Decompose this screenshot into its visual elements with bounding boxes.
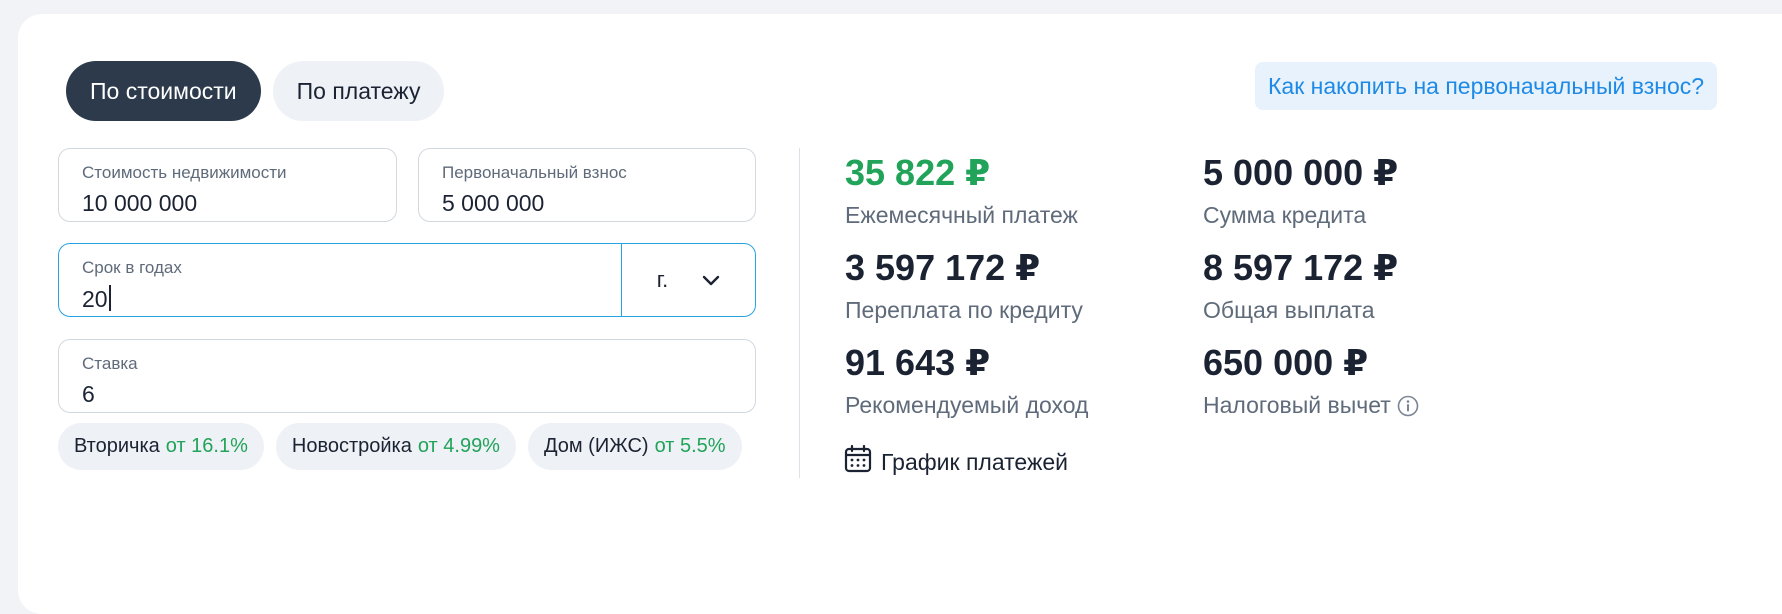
tax-deduction-value: 650 000 ₽ bbox=[1203, 342, 1369, 383]
calendar-icon bbox=[843, 444, 873, 480]
tax-deduction-stat: 650 000 ₽ Налоговый вычет bbox=[1203, 342, 1419, 419]
rate-presets: Вторичка от 16.1% Новостройка от 4.99% Д… bbox=[58, 423, 742, 470]
column-divider bbox=[799, 148, 800, 478]
preset-secondary[interactable]: Вторичка от 16.1% bbox=[58, 423, 264, 470]
recommended-income-stat: 91 643 ₽ Рекомендуемый доход bbox=[845, 342, 1088, 419]
overpayment-value: 3 597 172 ₽ bbox=[845, 247, 1041, 288]
preset-new-building-name: Новостройка bbox=[291, 435, 412, 457]
preset-house-name: Дом (ИЖС) bbox=[543, 435, 649, 457]
mortgage-calculator-card: По стоимости По платежу Как накопить на … bbox=[18, 14, 1782, 614]
property-cost-field[interactable]: Стоимость недвижимости 10 000 000 bbox=[58, 148, 397, 222]
preset-new-building-rate: от 4.99% bbox=[417, 435, 500, 457]
preset-house-rate: от 5.5% bbox=[654, 435, 726, 457]
monthly-payment-stat: 35 822 ₽ Ежемесячный платеж bbox=[845, 152, 1078, 229]
property-cost-input[interactable]: 10 000 000 bbox=[82, 190, 379, 217]
recommended-income-label: Рекомендуемый доход bbox=[845, 392, 1089, 418]
monthly-payment-label: Ежемесячный платеж bbox=[845, 202, 1078, 228]
down-payment-input[interactable]: 5 000 000 bbox=[442, 190, 738, 217]
monthly-payment-value: 35 822 ₽ bbox=[845, 152, 991, 193]
overpayment-stat: 3 597 172 ₽ Переплата по кредиту bbox=[845, 247, 1083, 324]
loan-amount-label: Сумма кредита bbox=[1203, 202, 1367, 228]
property-cost-label: Стоимость недвижимости bbox=[82, 163, 287, 182]
loan-amount-value: 5 000 000 ₽ bbox=[1203, 152, 1399, 193]
preset-house[interactable]: Дом (ИЖС) от 5.5% bbox=[527, 423, 742, 470]
preset-new-building[interactable]: Новостройка от 4.99% bbox=[275, 423, 516, 470]
rate-label: Ставка bbox=[82, 354, 138, 373]
term-unit-value: г. bbox=[656, 267, 669, 292]
tab-by-cost[interactable]: По стоимости bbox=[66, 61, 261, 121]
rate-field[interactable]: Ставка 6 bbox=[58, 339, 756, 413]
mode-tabs: По стоимости По платежу bbox=[66, 61, 445, 121]
chevron-down-icon bbox=[702, 267, 720, 293]
info-icon[interactable] bbox=[1397, 395, 1419, 417]
total-payment-label: Общая выплата bbox=[1203, 297, 1375, 323]
text-caret bbox=[108, 285, 111, 311]
term-input[interactable]: 20 bbox=[82, 286, 108, 312]
tax-deduction-label: Налоговый вычет bbox=[1203, 392, 1391, 418]
payment-schedule-link[interactable]: График платежей bbox=[843, 444, 1068, 480]
loan-amount-stat: 5 000 000 ₽ Сумма кредита bbox=[1203, 152, 1398, 229]
term-field[interactable]: Срок в годах 20 г. bbox=[58, 243, 756, 317]
payment-schedule-label: График платежей bbox=[881, 448, 1068, 475]
overpayment-label: Переплата по кредиту bbox=[845, 297, 1083, 323]
down-payment-help-link[interactable]: Как накопить на первоначальный взнос? bbox=[1255, 62, 1718, 110]
rate-input[interactable]: 6 bbox=[82, 381, 738, 408]
tab-by-payment[interactable]: По платежу bbox=[272, 61, 445, 121]
down-payment-label: Первоначальный взнос bbox=[442, 163, 627, 182]
total-payment-stat: 8 597 172 ₽ Общая выплата bbox=[1203, 247, 1398, 324]
term-unit-select[interactable]: г. bbox=[621, 244, 755, 316]
tax-deduction-caption: Налоговый вычет bbox=[1203, 392, 1419, 419]
preset-secondary-rate: от 16.1% bbox=[165, 435, 248, 457]
total-payment-value: 8 597 172 ₽ bbox=[1203, 247, 1399, 288]
term-label: Срок в годах bbox=[82, 258, 182, 277]
preset-secondary-name: Вторичка bbox=[74, 435, 160, 457]
recommended-income-value: 91 643 ₽ bbox=[845, 342, 991, 383]
down-payment-field[interactable]: Первоначальный взнос 5 000 000 bbox=[418, 148, 756, 222]
